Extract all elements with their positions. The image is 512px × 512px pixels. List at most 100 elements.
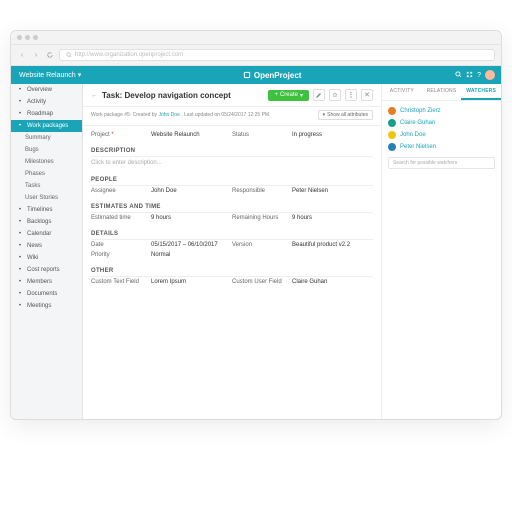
watcher-row[interactable]: Peter Nielsen [388, 141, 495, 153]
create-label: Create [280, 92, 298, 98]
custom-user-value[interactable]: Claire Guhan [292, 279, 373, 285]
sidebar-item-wiki[interactable]: • Wiki [11, 252, 82, 264]
main: ← Task: Develop navigation concept + Cre… [83, 84, 381, 419]
nav-icon: • [17, 111, 23, 117]
tab-relations[interactable]: RELATIONS [422, 84, 462, 100]
sidebar-item-roadmap[interactable]: • Roadmap [11, 108, 82, 120]
sidebar-item-user-stories[interactable]: User Stories [11, 192, 82, 204]
sidebar-item-bugs[interactable]: Bugs [11, 144, 82, 156]
description-input[interactable]: Click to enter description... [91, 157, 373, 169]
sidebar-item-label: Timelines [27, 207, 52, 213]
url-field[interactable]: http://www.organization.openproject.com [59, 49, 495, 61]
sidebar-item-work-packages[interactable]: •Work packages [11, 120, 82, 132]
app-window: ‹ › http://www.organization.openproject.… [10, 30, 502, 420]
watcher-name: Christoph Zierz [400, 108, 441, 114]
version-value[interactable]: Beautiful product v2.2 [292, 242, 373, 248]
sidebar-item-label: Backlogs [27, 219, 51, 225]
sidebar-item-news[interactable]: • News [11, 240, 82, 252]
nav-icon: • [17, 255, 23, 261]
watcher-row[interactable]: Christoph Zierz [388, 105, 495, 117]
sidebar-item-milestones[interactable]: Milestones [11, 156, 82, 168]
nav-icon: • [17, 243, 23, 249]
watcher-row[interactable]: Claire Guhan [388, 117, 495, 129]
project-selector[interactable]: Website Relaunch ▾ [11, 71, 89, 79]
nav-icon: • [17, 267, 23, 273]
tab-watchers[interactable]: WATCHERS [461, 84, 501, 100]
wp-form: Project Website Relaunch Status In progr… [83, 126, 381, 419]
sidebar-item-cost-reports[interactable]: • Cost reports [11, 264, 82, 276]
remaining-value[interactable]: 9 hours [292, 215, 373, 221]
watcher-name: Peter Nielsen [400, 144, 436, 150]
sidebar-item-timelines[interactable]: • Timelines [11, 204, 82, 216]
watcher-name: Claire Guhan [400, 120, 435, 126]
watch-button[interactable] [329, 89, 341, 101]
sidebar-item-documents[interactable]: • Documents [11, 288, 82, 300]
custom-user-label: Custom User Field [232, 279, 292, 285]
brand-logo[interactable]: OpenProject [89, 71, 455, 80]
brand-name: OpenProject [254, 71, 302, 80]
browser-toolbar: ‹ › http://www.organization.openproject.… [11, 45, 501, 66]
sidebar-item-calendar[interactable]: •Calendar [11, 228, 82, 240]
sidebar-item-label: News [27, 243, 42, 249]
section-estimates: ESTIMATES AND TIME [91, 199, 373, 213]
date-value[interactable]: 05/15/2017 – 06/10/2017 [151, 242, 232, 248]
project-value[interactable]: Website Relaunch [151, 132, 232, 138]
close-button[interactable]: ✕ [361, 89, 373, 101]
watcher-avatar [388, 119, 396, 127]
sidebar-item-members[interactable]: •Members [11, 276, 82, 288]
sidebar-item-meetings[interactable]: •Meetings [11, 300, 82, 312]
nav-icon: • [17, 291, 23, 297]
logo-icon [243, 71, 251, 79]
user-avatar[interactable] [485, 70, 495, 80]
sidebar-item-label: Roadmap [27, 111, 53, 117]
more-button[interactable]: ⋮ [345, 89, 357, 101]
sidebar-item-label: Cost reports [27, 267, 60, 273]
sidebar-item-label: Phases [25, 171, 45, 177]
assignee-label: Assignee [91, 188, 151, 194]
sidebar-item-overview[interactable]: • Overview [11, 84, 82, 96]
traffic-light-min[interactable] [25, 35, 30, 40]
help-icon[interactable]: ? [477, 72, 481, 79]
reload-button[interactable] [45, 50, 55, 60]
custom-text-value[interactable]: Lorem Ipsum [151, 279, 232, 285]
est-time-value[interactable]: 9 hours [151, 215, 232, 221]
sidebar-item-phases[interactable]: Phases [11, 168, 82, 180]
watchers-list: Christoph Zierz Claire Guhan John Doe Peter… [382, 101, 501, 173]
sidebar-item-label: Wiki [27, 255, 38, 261]
show-all-attributes[interactable]: ▾ Show all attributes [318, 110, 373, 120]
watcher-name: John Doe [400, 132, 426, 138]
traffic-light-close[interactable] [17, 35, 22, 40]
author-link[interactable]: John Doe [158, 112, 179, 118]
forward-button[interactable]: › [31, 50, 41, 60]
nav-icon: • [17, 87, 23, 93]
watcher-search-input[interactable]: Search for possible watchers [388, 157, 495, 169]
search-icon[interactable] [455, 71, 462, 80]
modules-icon[interactable] [466, 71, 473, 80]
custom-text-label: Custom Text Field [91, 279, 151, 285]
nav-icon: • [17, 231, 23, 237]
sidebar-item-tasks[interactable]: Tasks [11, 180, 82, 192]
back-arrow-icon[interactable]: ← [91, 92, 98, 99]
tab-activity[interactable]: ACTIVITY [382, 84, 422, 100]
create-button[interactable]: + Create ▾ [268, 90, 309, 101]
sidebar-item-label: Documents [27, 291, 57, 297]
responsible-label: Responsible [232, 188, 292, 194]
edit-button[interactable] [313, 89, 325, 101]
sidebar-item-label: Overview [27, 87, 52, 93]
sidebar-item-backlogs[interactable]: •Backlogs [11, 216, 82, 228]
sidebar-item-activity[interactable]: •Activity [11, 96, 82, 108]
section-description: DESCRIPTION [91, 143, 373, 157]
priority-value[interactable]: Normal [151, 252, 232, 258]
back-button[interactable]: ‹ [17, 50, 27, 60]
brand-bar: Website Relaunch ▾ OpenProject ? [11, 66, 501, 84]
plus-icon: + [274, 92, 278, 98]
traffic-light-max[interactable] [33, 35, 38, 40]
watcher-row[interactable]: John Doe [388, 129, 495, 141]
sidebar-item-summary[interactable]: Summary [11, 132, 82, 144]
sidebar-item-label: Activity [27, 99, 46, 105]
status-value[interactable]: In progress [292, 132, 373, 138]
assignee-value[interactable]: John Doe [151, 188, 232, 194]
nav-icon: • [17, 279, 23, 285]
responsible-value[interactable]: Peter Nielsen [292, 188, 373, 194]
nav-icon: • [17, 207, 23, 213]
